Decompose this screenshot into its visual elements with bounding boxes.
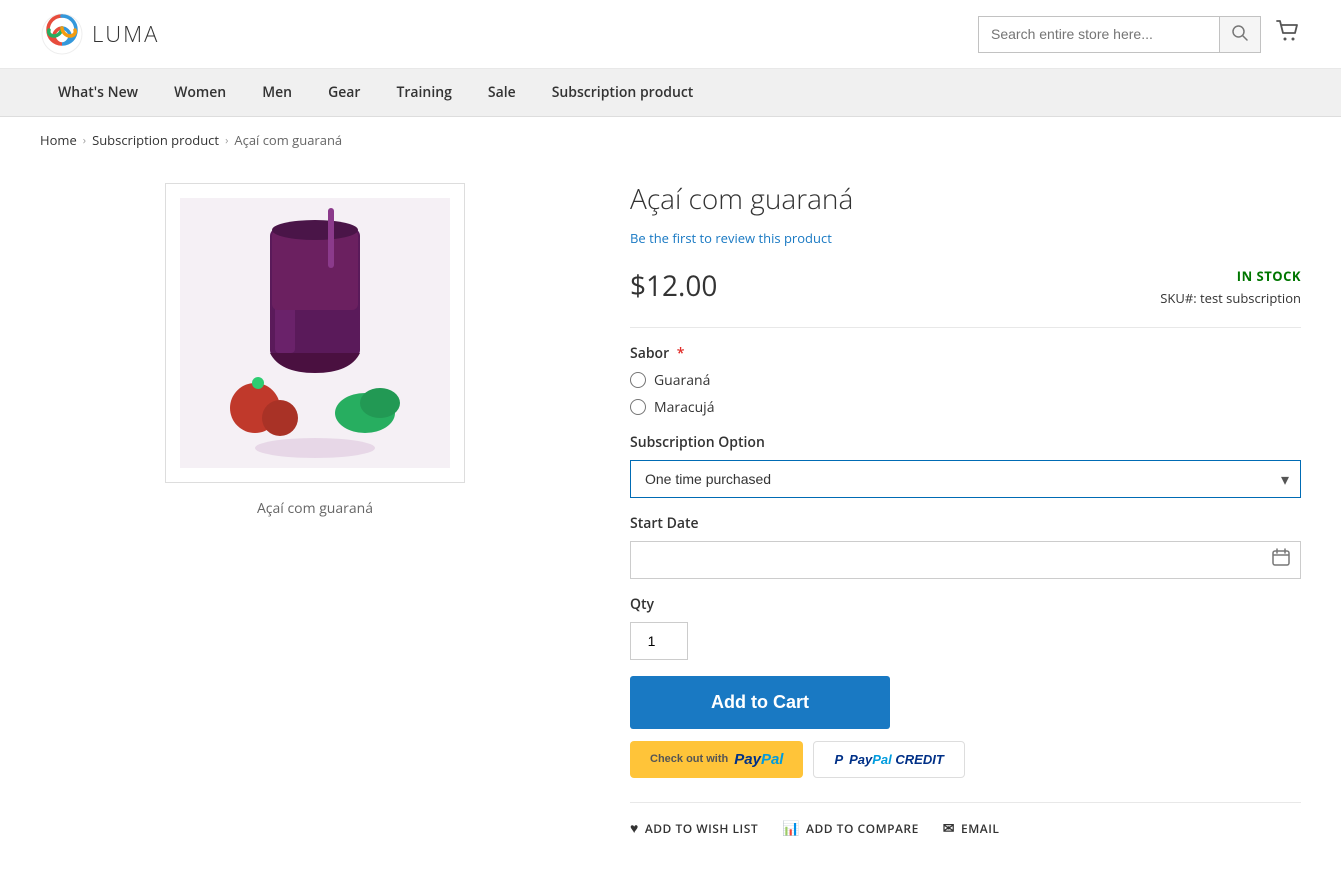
paypal-credit-button[interactable]: P PayPal CREDIT xyxy=(813,741,964,778)
sabor-label: Sabor * xyxy=(630,344,1301,363)
paypal-logo: PayPal xyxy=(734,751,783,768)
breadcrumb-current: Açaí com guaraná xyxy=(234,131,342,149)
product-caption: Açaí com guaraná xyxy=(40,499,590,518)
price-row: $12.00 IN STOCK SKU#: test subscription xyxy=(630,267,1301,307)
product-image-section: Açaí com guaraná xyxy=(40,183,590,838)
calendar-svg-icon xyxy=(1271,547,1291,567)
sabor-option-maracuja[interactable]: Maracujá xyxy=(630,398,1301,417)
add-to-compare-link[interactable]: 📊 ADD TO COMPARE xyxy=(782,819,919,838)
sabor-maracuja-label: Maracujá xyxy=(654,398,714,417)
start-date-wrapper xyxy=(630,541,1301,579)
sku-value: test subscription xyxy=(1200,289,1301,307)
breadcrumb-sep-2: › xyxy=(225,133,228,148)
sabor-guarana-label: Guaraná xyxy=(654,371,710,390)
wish-list-label: ADD TO WISH LIST xyxy=(645,820,758,837)
product-page: Açaí com guaraná Açaí com guaraná Be the… xyxy=(0,163,1341,878)
nav-item-training[interactable]: Training xyxy=(378,69,469,116)
sabor-required: * xyxy=(677,344,685,363)
header-right xyxy=(978,16,1301,53)
start-date-input[interactable] xyxy=(630,541,1301,579)
breadcrumb-category[interactable]: Subscription product xyxy=(92,131,219,149)
subscription-select-wrapper: One time purchased Weekly Monthly ▾ xyxy=(630,460,1301,498)
breadcrumb-home[interactable]: Home xyxy=(40,131,77,149)
email-link[interactable]: ✉ EMAIL xyxy=(943,819,1000,838)
qty-label: Qty xyxy=(630,595,1301,614)
calendar-icon[interactable] xyxy=(1271,547,1291,573)
product-image-wrapper xyxy=(165,183,465,483)
paypal-credit-logo: PayPal CREDIT xyxy=(849,752,944,767)
nav-item-gear[interactable]: Gear xyxy=(310,69,378,116)
cart-button[interactable] xyxy=(1273,17,1301,52)
main-nav: What's New Women Men Gear Training Sale … xyxy=(0,69,1341,117)
paypal-credit-pp-icon: P xyxy=(834,752,843,767)
sku-label: SKU#: xyxy=(1160,289,1196,307)
search-icon xyxy=(1232,25,1248,41)
subscription-label: Subscription Option xyxy=(630,433,1301,452)
compare-icon: 📊 xyxy=(782,819,800,838)
qty-input[interactable] xyxy=(630,622,688,660)
payment-buttons: Check out with PayPal P PayPal CREDIT xyxy=(630,741,1301,778)
review-link[interactable]: Be the first to review this product xyxy=(630,229,1301,247)
qty-field-group: Qty xyxy=(630,595,1301,660)
email-label: EMAIL xyxy=(961,820,999,837)
nav-item-men[interactable]: Men xyxy=(244,69,310,116)
sabor-radio-maracuja[interactable] xyxy=(630,399,646,415)
nav-item-sale[interactable]: Sale xyxy=(470,69,534,116)
header: LUMA xyxy=(0,0,1341,69)
nav-item-whats-new[interactable]: What's New xyxy=(40,69,156,116)
sabor-radio-group: Guaraná Maracujá xyxy=(630,371,1301,417)
subscription-select[interactable]: One time purchased Weekly Monthly xyxy=(630,460,1301,498)
nav-item-women[interactable]: Women xyxy=(156,69,244,116)
action-links: ♥ ADD TO WISH LIST 📊 ADD TO COMPARE ✉ EM… xyxy=(630,802,1301,838)
cart-icon xyxy=(1273,17,1301,45)
sku-info: SKU#: test subscription xyxy=(1160,289,1301,307)
subscription-field-group: Subscription Option One time purchased W… xyxy=(630,433,1301,498)
sabor-label-text: Sabor xyxy=(630,344,669,363)
breadcrumb: Home › Subscription product › Açaí com g… xyxy=(0,117,1341,163)
sabor-option-guarana[interactable]: Guaraná xyxy=(630,371,1301,390)
logo-text: LUMA xyxy=(92,19,159,49)
search-input[interactable] xyxy=(979,18,1219,50)
breadcrumb-sep-1: › xyxy=(83,133,86,148)
add-to-cart-button[interactable]: Add to Cart xyxy=(630,676,890,729)
sabor-radio-guarana[interactable] xyxy=(630,372,646,388)
stock-info: IN STOCK SKU#: test subscription xyxy=(1160,267,1301,307)
product-price: $12.00 xyxy=(630,267,717,305)
product-info: Açaí com guaraná Be the first to review … xyxy=(630,183,1301,838)
start-date-label: Start Date xyxy=(630,514,1301,533)
sabor-field-group: Sabor * Guaraná Maracujá xyxy=(630,344,1301,417)
search-bar xyxy=(978,16,1261,53)
product-image xyxy=(180,198,450,468)
heart-icon: ♥ xyxy=(630,819,639,838)
start-date-field-group: Start Date xyxy=(630,514,1301,579)
price-divider xyxy=(630,327,1301,328)
stock-status: IN STOCK xyxy=(1160,267,1301,285)
qty-wrapper xyxy=(630,622,1301,660)
nav-item-subscription[interactable]: Subscription product xyxy=(534,69,712,116)
add-to-wish-list-link[interactable]: ♥ ADD TO WISH LIST xyxy=(630,819,758,838)
compare-label: ADD TO COMPARE xyxy=(806,820,919,837)
logo[interactable]: LUMA xyxy=(40,12,159,56)
product-title: Açaí com guaraná xyxy=(630,183,1301,217)
luma-logo-icon xyxy=(40,12,84,56)
checkout-with-text: Check out with xyxy=(650,753,728,765)
email-icon: ✉ xyxy=(943,819,955,838)
paypal-checkout-button[interactable]: Check out with PayPal xyxy=(630,741,803,778)
search-button[interactable] xyxy=(1219,17,1260,52)
